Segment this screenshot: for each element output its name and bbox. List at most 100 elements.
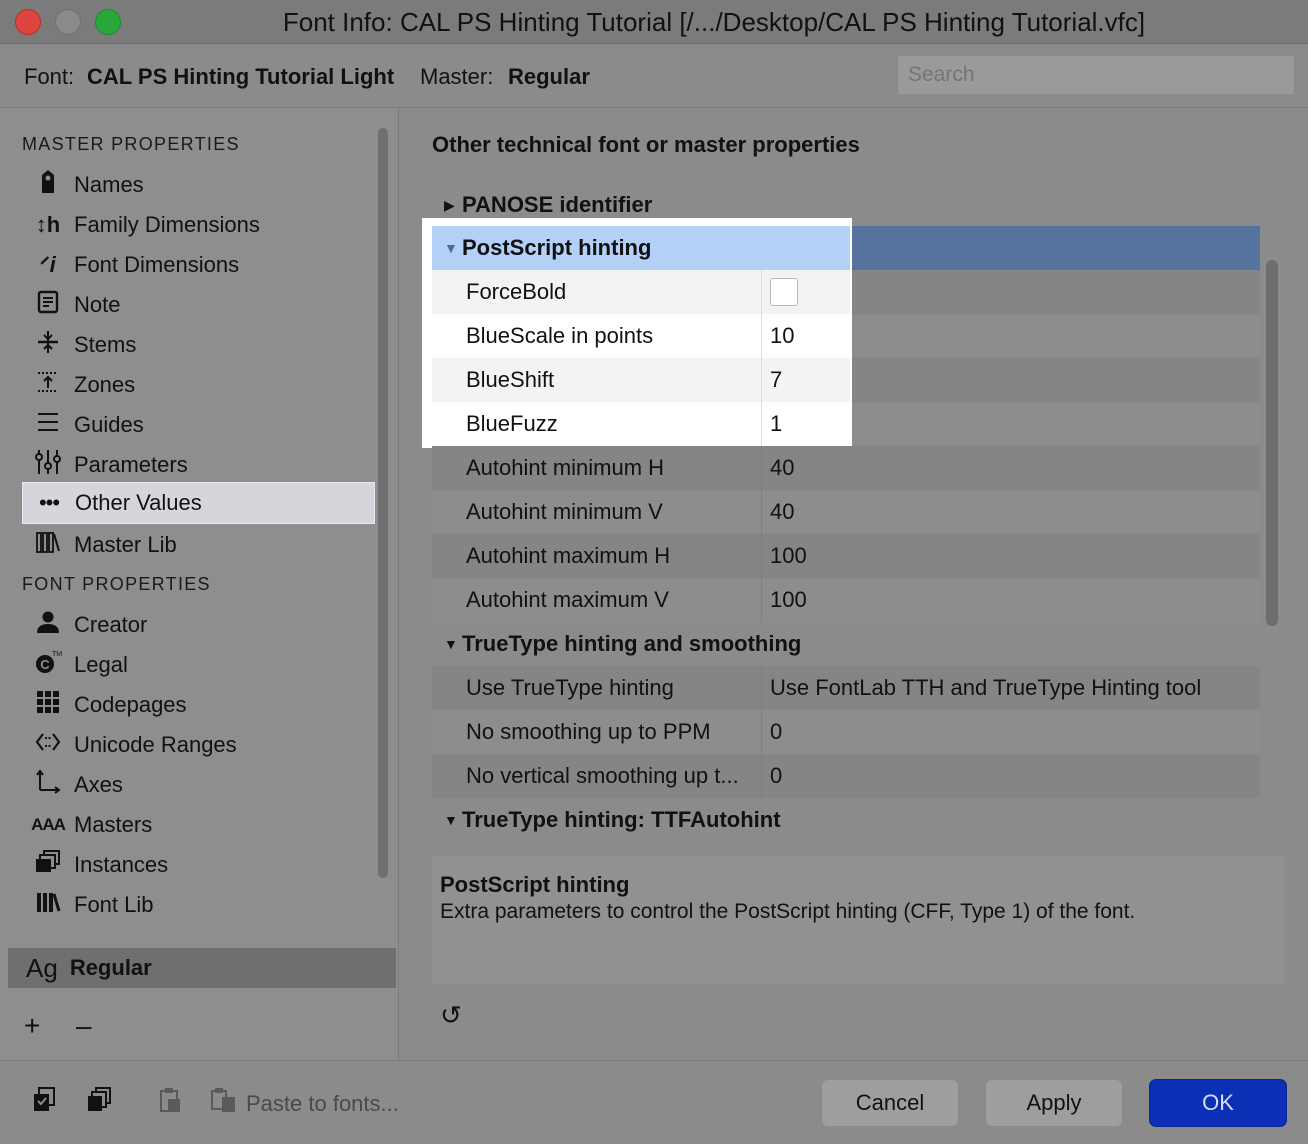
group-ttfautohint[interactable]: ▼ TrueType hinting: TTFAutohint bbox=[432, 798, 1260, 842]
sidebar-item-note[interactable]: Note bbox=[22, 285, 375, 325]
table-row[interactable]: No smoothing up to PPM 0 bbox=[432, 710, 1260, 754]
sidebar-item-label: Axes bbox=[74, 772, 123, 797]
window-title: Font Info: CAL PS Hinting Tutorial [/...… bbox=[282, 7, 1146, 37]
unicode-ranges-icon bbox=[22, 730, 74, 760]
table-row[interactable]: Autohint minimum H 40 bbox=[432, 446, 1260, 490]
font-name[interactable]: CAL PS Hinting Tutorial Light bbox=[87, 64, 394, 90]
group-label: PostScript hinting bbox=[462, 235, 652, 260]
row-value[interactable]: 100 bbox=[762, 543, 807, 569]
disclosure-expanded-icon[interactable]: ▼ bbox=[432, 812, 462, 828]
sidebar-item-instances[interactable]: Instances bbox=[22, 845, 375, 885]
row-key: No vertical smoothing up t... bbox=[432, 754, 762, 798]
row-value[interactable]: 0 bbox=[762, 719, 782, 745]
sidebar-item-masters[interactable]: AAA Masters bbox=[22, 805, 375, 845]
font-properties-header: FONT PROPERTIES bbox=[22, 574, 211, 594]
copy-all-icon[interactable] bbox=[86, 1087, 112, 1120]
sidebar-item-axes[interactable]: Axes bbox=[22, 765, 375, 805]
table-row[interactable]: Autohint minimum V 40 bbox=[432, 490, 1260, 534]
paste-to-fonts-label[interactable]: Paste to fonts... bbox=[246, 1091, 399, 1117]
table-row[interactable]: Use TrueType hinting Use FontLab TTH and… bbox=[432, 666, 1260, 710]
stems-icon bbox=[22, 330, 74, 360]
row-bluescale[interactable]: BlueScale in points 10 bbox=[432, 314, 850, 358]
forcebold-checkbox[interactable] bbox=[770, 278, 798, 306]
table-row[interactable]: Autohint maximum V 100 bbox=[432, 578, 1260, 622]
sidebar-item-master-lib[interactable]: Master Lib bbox=[22, 525, 375, 565]
row-value[interactable]: 100 bbox=[762, 587, 807, 613]
family-dimensions-icon: ↕h bbox=[35, 212, 61, 237]
group-truetype-hinting[interactable]: ▼ TrueType hinting and smoothing bbox=[432, 622, 1260, 666]
masters-icon: AAA bbox=[31, 815, 66, 834]
copy-icon[interactable] bbox=[32, 1087, 56, 1120]
group-label: TrueType hinting and smoothing bbox=[462, 631, 802, 656]
sidebar-item-label: Unicode Ranges bbox=[74, 732, 237, 757]
row-blueshift[interactable]: BlueShift 7 bbox=[432, 358, 850, 402]
zoom-window-button[interactable] bbox=[95, 9, 121, 35]
paste-icon[interactable] bbox=[158, 1087, 182, 1120]
row-forcebold[interactable]: ForceBold bbox=[432, 270, 850, 314]
group-postscript-hinting[interactable]: ▼ PostScript hinting bbox=[432, 226, 850, 270]
sidebar-item-parameters[interactable]: Parameters bbox=[22, 445, 375, 485]
master-label: Master: bbox=[420, 64, 494, 89]
font-master-bar: Font: CAL PS Hinting Tutorial Light Mast… bbox=[0, 44, 1308, 108]
sidebar-item-zones[interactable]: Zones bbox=[22, 365, 375, 405]
library-icon bbox=[22, 530, 74, 560]
sidebar-item-codepages[interactable]: Codepages bbox=[22, 685, 375, 725]
sidebar-item-stems[interactable]: Stems bbox=[22, 325, 375, 365]
paste-to-fonts-icon[interactable] bbox=[210, 1087, 238, 1120]
row-key: Use TrueType hinting bbox=[432, 666, 762, 710]
sidebar-item-label: Parameters bbox=[74, 452, 188, 477]
row-value[interactable]: 10 bbox=[762, 323, 794, 349]
row-bluefuzz[interactable]: BlueFuzz 1 bbox=[432, 402, 850, 446]
apply-button[interactable]: Apply bbox=[985, 1079, 1123, 1127]
row-value[interactable]: 0 bbox=[762, 763, 782, 789]
table-row[interactable]: Autohint maximum H 100 bbox=[432, 534, 1260, 578]
sidebar-item-label: Master Lib bbox=[74, 532, 177, 557]
master-list-item[interactable]: Ag Regular bbox=[8, 948, 396, 988]
minimize-window-button[interactable] bbox=[55, 9, 81, 35]
close-window-button[interactable] bbox=[15, 9, 41, 35]
row-value[interactable]: 40 bbox=[762, 499, 794, 525]
sidebar-item-label: Family Dimensions bbox=[74, 212, 260, 237]
axes-icon bbox=[22, 769, 74, 801]
sidebar-item-font-dimensions[interactable]: ᐟi Font Dimensions bbox=[22, 245, 375, 285]
row-value[interactable]: 1 bbox=[762, 411, 782, 437]
row-key: Autohint maximum H bbox=[432, 534, 762, 578]
table-row[interactable]: No vertical smoothing up t... 0 bbox=[432, 754, 1260, 798]
row-key: BlueShift bbox=[432, 358, 762, 402]
library-icon bbox=[22, 890, 74, 920]
sidebar-item-label: Font Dimensions bbox=[74, 252, 240, 277]
sidebar-item-unicode-ranges[interactable]: Unicode Ranges bbox=[22, 725, 375, 765]
bottom-bar: Paste to fonts... Cancel Apply OK bbox=[0, 1060, 1308, 1144]
properties-scrollbar[interactable] bbox=[1266, 260, 1278, 626]
note-icon bbox=[22, 290, 74, 320]
ok-button[interactable]: OK bbox=[1149, 1079, 1287, 1127]
cancel-button[interactable]: Cancel bbox=[821, 1079, 959, 1127]
sidebar-item-legal[interactable]: C TM Legal bbox=[22, 645, 375, 685]
row-key: No smoothing up to PPM bbox=[432, 710, 762, 754]
master-name[interactable]: Regular bbox=[508, 64, 590, 90]
row-key: Autohint minimum V bbox=[432, 490, 762, 534]
sidebar-item-other-values[interactable]: ••• Other Values bbox=[22, 482, 375, 524]
disclosure-expanded-icon[interactable]: ▼ bbox=[432, 240, 462, 256]
remove-master-button[interactable]: – bbox=[76, 1010, 92, 1042]
sidebar-item-label: Codepages bbox=[74, 692, 187, 717]
sidebar-item-font-lib[interactable]: Font Lib bbox=[22, 885, 375, 925]
row-key: BlueScale in points bbox=[432, 314, 762, 358]
row-key: Autohint minimum H bbox=[432, 446, 762, 490]
add-master-button[interactable]: + bbox=[24, 1010, 40, 1042]
disclosure-collapsed-icon[interactable]: ▶ bbox=[432, 197, 462, 214]
row-value[interactable]: Use FontLab TTH and TrueType Hinting too… bbox=[762, 675, 1201, 701]
row-value[interactable]: 40 bbox=[762, 455, 794, 481]
sidebar-item-names[interactable]: Names bbox=[22, 165, 375, 205]
font-label: Font: bbox=[24, 64, 75, 89]
sidebar-item-guides[interactable]: Guides bbox=[22, 405, 375, 445]
disclosure-expanded-icon[interactable]: ▼ bbox=[432, 636, 462, 652]
row-value[interactable]: 7 bbox=[762, 367, 782, 393]
search-input[interactable] bbox=[898, 56, 1294, 94]
sidebar-item-label: Names bbox=[74, 172, 144, 197]
sidebar-item-family-dimensions[interactable]: ↕h Family Dimensions bbox=[22, 205, 375, 245]
sidebar-scrollbar[interactable] bbox=[378, 128, 388, 878]
sidebar-item-label: Stems bbox=[74, 332, 137, 357]
reset-icon[interactable]: ↺ bbox=[440, 1000, 462, 1031]
sidebar-item-creator[interactable]: Creator bbox=[22, 605, 375, 645]
